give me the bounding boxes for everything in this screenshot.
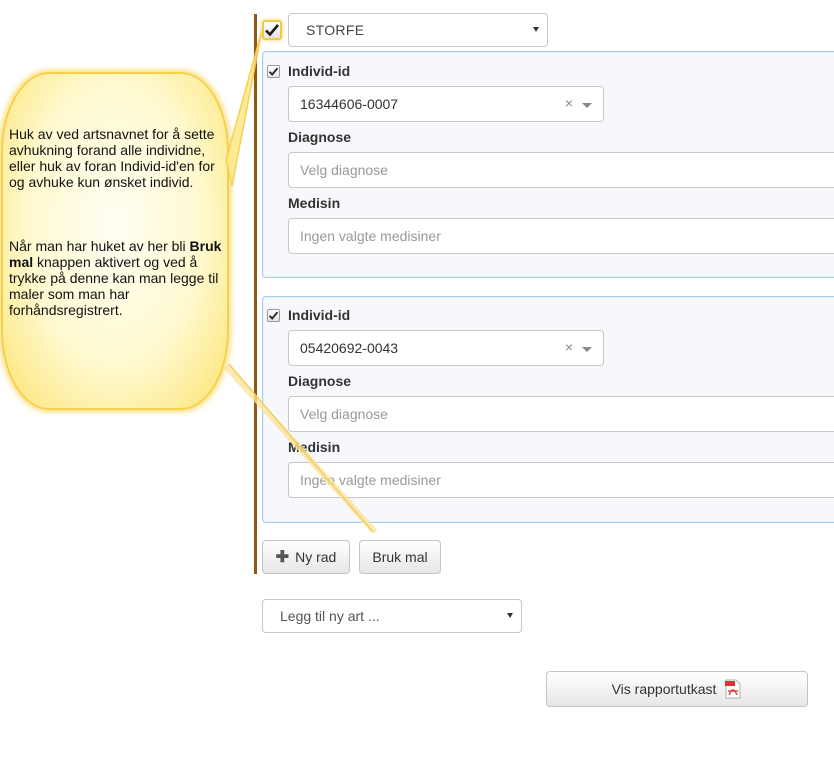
individual-2-id-label: Individ-id	[288, 307, 351, 323]
checkmark-icon	[268, 311, 279, 320]
show-report-draft-button[interactable]: Vis rapportutkast	[546, 671, 808, 707]
dropdown-caret-icon	[582, 103, 592, 108]
new-row-button[interactable]: ✚ Ny rad	[262, 540, 350, 574]
clear-icon[interactable]: ×	[565, 339, 573, 355]
help-callout-text: Huk av ved artsnavnet for å sette avhukn…	[9, 126, 223, 318]
add-species-placeholder: Legg til ny art ...	[280, 608, 380, 624]
individual-1-diagnosis-placeholder: Velg diagnose	[300, 162, 388, 178]
individual-1-id-value: 16344606-0007	[300, 96, 399, 112]
individual-2-medicine-input[interactable]: Ingen valgte medisiner	[288, 462, 834, 498]
individual-1-id-label: Individ-id	[288, 63, 351, 79]
individual-1-medicine-label: Medisin	[288, 195, 341, 211]
help-text-2: Når man har huket av her bli Bruk mal kn…	[9, 238, 222, 318]
individual-2-diagnosis-input[interactable]: Velg diagnose	[288, 396, 834, 432]
clear-icon[interactable]: ×	[565, 95, 573, 111]
individual-2-diagnosis-label: Diagnose	[288, 373, 352, 389]
individual-1-diagnosis-input[interactable]: Velg diagnose	[288, 152, 834, 188]
show-report-draft-label: Vis rapportutkast	[611, 681, 717, 697]
dropdown-caret-icon	[533, 27, 539, 32]
species-select-value: STORFE	[306, 22, 365, 38]
individual-1-checkbox[interactable]	[267, 65, 280, 78]
checkmark-icon	[268, 67, 279, 76]
pdf-icon	[725, 679, 741, 699]
species-checkbox[interactable]	[262, 20, 282, 40]
individual-2-medicine-label: Medisin	[288, 439, 341, 455]
new-row-button-label: Ny rad	[295, 549, 337, 565]
dropdown-caret-icon	[582, 347, 592, 352]
plus-icon: ✚	[275, 549, 290, 566]
individual-2-id-value: 05420692-0043	[300, 340, 399, 356]
individual-2-diagnosis-placeholder: Velg diagnose	[300, 406, 388, 422]
individual-2-checkbox[interactable]	[267, 309, 280, 322]
add-species-select[interactable]: Legg til ny art ...	[262, 599, 522, 633]
group-accent-bar	[254, 14, 257, 574]
checkmark-icon	[265, 24, 279, 37]
use-template-button-label: Bruk mal	[372, 549, 428, 565]
individual-1-medicine-input[interactable]: Ingen valgte medisiner	[288, 218, 834, 254]
individual-1-diagnosis-label: Diagnose	[288, 129, 352, 145]
individual-1-medicine-placeholder: Ingen valgte medisiner	[300, 228, 441, 244]
individual-1-id-select[interactable]: 16344606-0007 ×	[288, 86, 604, 122]
individual-2-id-select[interactable]: 05420692-0043 ×	[288, 330, 604, 366]
use-template-button[interactable]: Bruk mal	[359, 540, 441, 574]
individual-2-medicine-placeholder: Ingen valgte medisiner	[300, 472, 441, 488]
dropdown-caret-icon	[507, 613, 513, 618]
species-select[interactable]: STORFE	[288, 13, 548, 47]
help-text-1: Huk av ved artsnavnet for å sette avhukn…	[9, 126, 215, 190]
